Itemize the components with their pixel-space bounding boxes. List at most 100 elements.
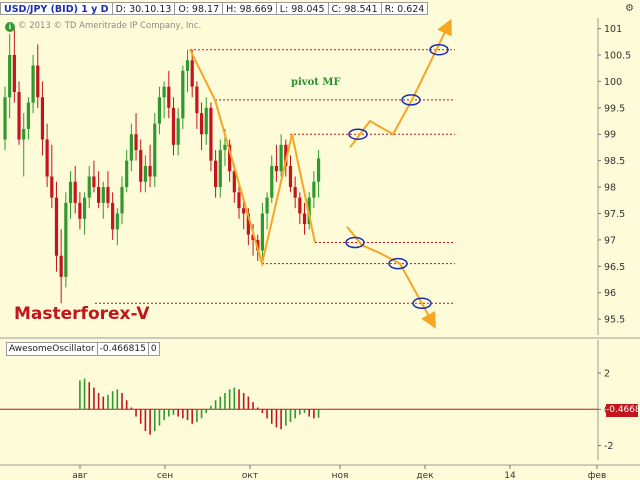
time-tick-label: 14 [504,471,516,480]
osc-tick-label: -2 [604,441,613,452]
candle-body [279,144,283,172]
candle-body [87,176,91,198]
candle-body [204,107,208,135]
candle-body [288,165,293,188]
close-label: C: 98.541 [327,2,382,15]
candle-body [92,176,96,188]
candle-body [199,113,204,135]
candle-body [157,97,162,124]
candle-body [129,134,133,161]
candle-body [265,197,269,214]
oscillator-name[interactable]: AwesomeOscillator [6,342,98,356]
symbol-label[interactable]: USD/JPY (BID) 1 y D [0,2,113,15]
candle-body [190,60,194,87]
low-label: L: 98.045 [275,2,329,15]
candle-body [293,187,297,198]
candle-body [242,208,246,214]
price-tick-label: 99 [604,130,616,141]
candle-body [125,160,129,188]
oscillator-last-value: -0.4668 [606,404,640,417]
price-tick-label: 95.5 [604,315,625,326]
price-tick-label: 98.5 [604,156,625,167]
candle-body [78,202,82,219]
candle-body [270,165,274,198]
candle-body [148,165,152,177]
osc-tick-label: 2 [604,369,610,380]
candle-body [143,165,147,182]
price-tick-label: 97.5 [604,209,625,220]
candle-body [8,54,12,98]
high-label: H: 98.669 [222,2,277,15]
candle-body [36,65,40,98]
candle-body [40,97,45,140]
candle-body [316,158,321,182]
time-tick-label: дек [416,471,434,480]
candle-body [97,187,101,203]
time-tick-label: фев [588,471,607,480]
candle-body [214,160,218,188]
candle-body [302,213,307,225]
time-tick-label: окт [242,471,258,480]
price-tick-label: 98 [604,183,616,194]
candle-body [50,176,54,198]
date-label: D: 30.10.13 [111,2,176,15]
candle-body [176,118,180,145]
candle-body [45,139,49,177]
candle-body [181,70,185,119]
price-tick-label: 96.5 [604,262,625,273]
candle-body [153,123,157,177]
candle-body [162,86,166,98]
chart-background [0,0,640,480]
candle-body [185,60,190,71]
info-icon[interactable]: i [5,22,15,32]
time-tick-label: авг [72,471,88,480]
oscillator-value: -0.466815 [96,342,149,356]
candle-body [17,91,21,140]
candle-body [22,128,26,140]
candle-body [31,65,35,103]
candle-body [260,213,264,251]
candle-body [26,102,30,129]
candle-body [237,192,241,209]
candle-body [167,86,171,108]
price-tick-label: 100.5 [604,50,631,61]
candle-body [54,197,59,256]
quote-header: USD/JPY (BID) 1 y D D: 30.10.13 O: 98.17… [0,2,429,15]
candle-body [12,54,16,92]
candle-body [223,144,227,151]
candle-body [120,187,124,214]
price-tick-label: 101 [604,24,622,35]
candle-body [59,255,63,277]
price-tick-label: 100 [604,77,622,88]
candle-body [139,150,143,182]
price-tick-label: 99.5 [604,103,625,114]
copyright-text: © 2013 © TD Ameritrade IP Company, Inc. [18,21,202,31]
oscillator-extra: 0 [147,342,160,356]
candle-body [101,187,105,203]
candle-body [274,165,279,172]
candle-body [209,107,213,161]
chart-canvas: 95.59696.59797.59898.59999.5100100.5101 … [0,0,640,480]
price-tick-label: 97 [604,235,616,246]
candle-body [68,181,73,203]
candle-body [171,107,176,145]
price-tick-label: 96 [604,288,616,299]
candle-body [115,213,119,230]
time-tick-label: сен [157,471,173,480]
signature-text: Masterforex-V [14,304,150,324]
pivot-label: pivot MF [291,77,341,88]
candle-body [134,134,138,151]
candle-body [312,181,316,198]
candle-body [64,202,68,277]
candle-body [106,187,110,203]
candle-body [111,202,115,230]
settings-icon[interactable]: ⚙ [625,3,634,14]
candle-body [73,181,77,203]
time-tick-label: ноя [332,471,349,480]
candle-body [3,97,7,140]
range-label: R: 0.624 [380,2,429,15]
candle-body [298,197,302,214]
candle-body [218,150,222,188]
candle-body [195,86,199,114]
oscillator-header: AwesomeOscillator -0.466815 0 [6,342,160,356]
